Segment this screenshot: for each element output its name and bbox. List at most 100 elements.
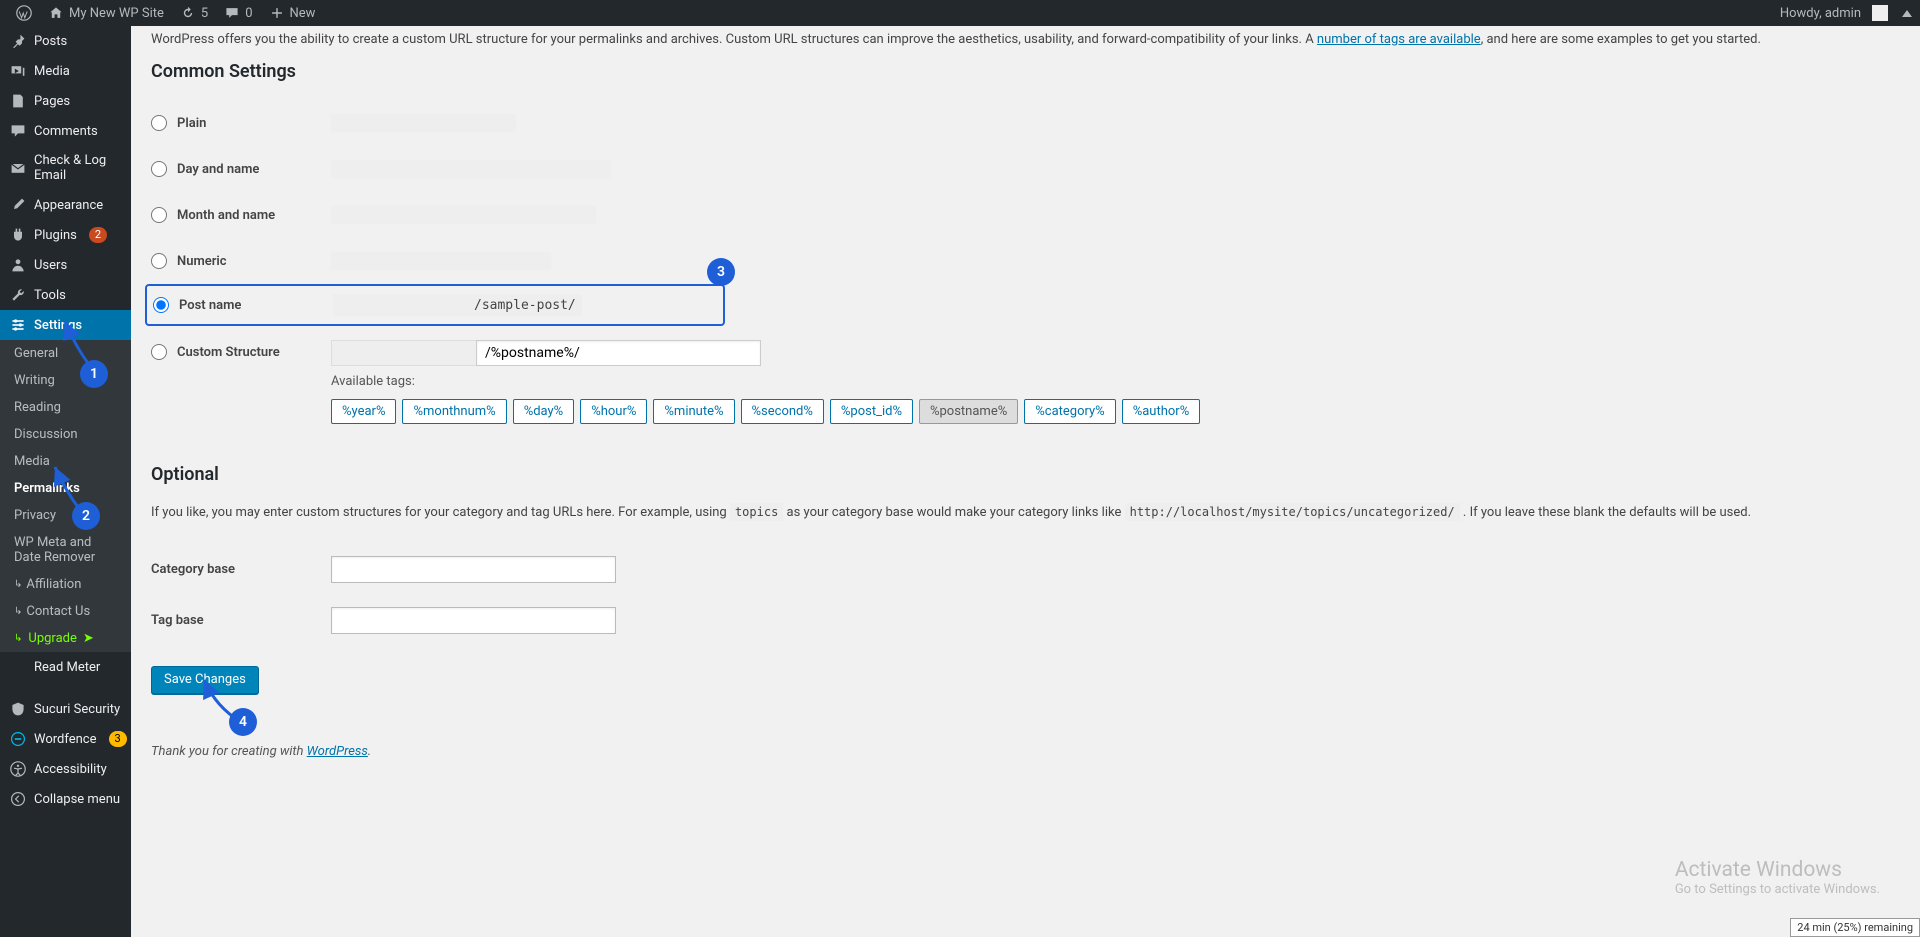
sidebar-item-label: Check & Log Email [34,153,121,183]
comment-icon [10,123,26,139]
scroll-up-icon[interactable] [1902,10,1912,17]
wrench-icon [10,287,26,303]
radio-input-plain[interactable] [151,115,167,131]
tag-day[interactable]: %day% [513,399,575,424]
sidebar-item-media[interactable]: Media [0,56,131,86]
input-category-base[interactable] [331,556,616,583]
tags-available-link[interactable]: number of tags are available [1317,32,1481,47]
callout-4: 4 [229,708,257,736]
pin-icon [10,33,26,49]
comment-icon [224,5,240,21]
custom-structure-input[interactable] [476,340,761,366]
submenu-contact[interactable]: ↳Contact Us [0,598,131,625]
sidebar-item-readmeter[interactable]: Read Meter [0,652,131,682]
radio-row-plain: Plain [151,100,1900,146]
blurred-url [331,114,516,132]
refresh-link[interactable]: 5 [172,0,216,26]
wp-logo[interactable] [8,0,40,26]
plus-icon [269,5,285,21]
submenu-discussion[interactable]: Discussion [0,421,131,448]
tag-year[interactable]: %year% [331,399,396,424]
blurred-url [331,252,551,270]
radio-input-monthname[interactable] [151,207,167,223]
battery-tooltip: 24 min (25%) remaining [1790,918,1920,937]
tag-second[interactable]: %second% [741,399,824,424]
tag-postname[interactable]: %postname% [919,399,1018,424]
radio-plain[interactable]: Plain [151,115,331,131]
radio-input-numeric[interactable] [151,253,167,269]
sidebar-item-label: Users [34,258,67,273]
radio-monthname[interactable]: Month and name [151,207,331,223]
plugins-badge: 2 [89,227,107,243]
tag-category[interactable]: %category% [1024,399,1115,424]
radio-custom[interactable]: Custom Structure [151,340,331,360]
sidebar-item-tools[interactable]: Tools [0,280,131,310]
sidebar-item-label: Posts [34,34,67,49]
comments-link[interactable]: 0 [216,0,260,26]
footer-credit: Thank you for creating with WordPress. [151,744,1900,759]
radio-row-postname: Post name /sample-post/ [153,294,717,316]
tags-row: %year% %monthnum% %day% %hour% %minute% … [331,399,1200,424]
sidebar-item-label: Appearance [34,198,103,213]
tag-postid[interactable]: %post_id% [830,399,913,424]
radio-numeric[interactable]: Numeric [151,253,331,269]
arrow-icon: ↳ [14,579,22,590]
label-tag-base: Tag base [151,613,331,628]
wf-icon [10,731,26,747]
collapse-icon [10,791,26,807]
tag-minute[interactable]: %minute% [653,399,734,424]
sidebar-item-collapse[interactable]: Collapse menu [0,784,131,814]
page-icon [10,93,26,109]
submenu-upgrade[interactable]: ↳Upgrade➤ [0,625,131,652]
radio-row-custom: Custom Structure Available tags: %year% … [151,326,1900,438]
wordpress-link[interactable]: WordPress [307,744,368,759]
refresh-count: 5 [201,6,208,21]
sidebar-item-plugins[interactable]: Plugins 2 [0,220,131,250]
sidebar-item-wordfence[interactable]: Wordfence 3 [0,724,131,754]
radio-dayname[interactable]: Day and name [151,161,331,177]
howdy-link[interactable]: Howdy, admin [1772,0,1896,26]
site-link[interactable]: My New WP Site [40,0,172,26]
sidebar-item-accessibility[interactable]: Accessibility [0,754,131,784]
site-name: My New WP Site [69,6,164,21]
radio-input-postname[interactable] [153,297,169,313]
howdy-text: Howdy, admin [1780,6,1861,21]
input-tag-base[interactable] [331,607,616,634]
radio-row-monthname: Month and name [151,192,1900,238]
plug-icon [10,227,26,243]
sidebar-item-label: Plugins [34,228,77,243]
heading-optional: Optional [151,464,1900,485]
sidebar-item-label: Pages [34,94,70,109]
blank-icon [10,659,26,675]
home-icon [48,5,64,21]
sidebar-item-label: Comments [34,124,98,139]
comments-count: 0 [245,6,252,21]
sidebar-item-sucuri[interactable]: Sucuri Security [0,694,131,724]
radio-row-numeric: Numeric [151,238,1900,284]
submenu-wpmeta[interactable]: WP Meta and Date Remover [0,529,131,571]
intro-text: WordPress offers you the ability to crea… [151,32,1900,47]
label-category-base: Category base [151,562,331,577]
submenu-reading[interactable]: Reading [0,394,131,421]
row-tag-base: Tag base [151,595,1900,646]
new-link[interactable]: New [261,0,324,26]
sidebar-item-comments[interactable]: Comments [0,116,131,146]
tag-hour[interactable]: %hour% [580,399,647,424]
wordfence-badge: 3 [109,731,127,747]
sidebar-item-users[interactable]: Users [0,250,131,280]
arrow-right-icon: ➤ [83,631,94,646]
tag-author[interactable]: %author% [1122,399,1201,424]
sidebar-item-appearance[interactable]: Appearance [0,190,131,220]
tag-monthnum[interactable]: %monthnum% [402,399,506,424]
sidebar-item-label: Collapse menu [34,792,120,807]
new-label: New [290,6,316,21]
user-icon [10,257,26,273]
sidebar-item-checklog[interactable]: Check & Log Email [0,146,131,190]
radio-input-custom[interactable] [151,344,167,360]
radio-input-dayname[interactable] [151,161,167,177]
submenu-affiliation[interactable]: ↳Affiliation [0,571,131,598]
sidebar-item-pages[interactable]: Pages [0,86,131,116]
radio-postname[interactable]: Post name [153,297,333,313]
sidebar-item-posts[interactable]: Posts [0,26,131,56]
custom-input-wrap [331,340,1200,366]
